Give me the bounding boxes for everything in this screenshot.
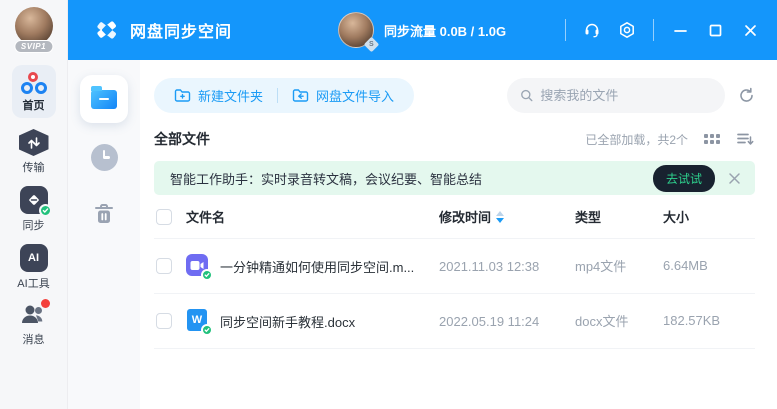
content-area: 新建文件夹 网盘文件导入 [68, 60, 777, 409]
banner-text: 智能工作助手：实时录音转文稿，会议纪要、智能总结 [170, 169, 482, 188]
sidebar-item-home[interactable]: 首页 [12, 65, 56, 118]
folder-icon [91, 90, 117, 109]
app-brand: 网盘同步空间 [94, 17, 232, 43]
new-folder-label: 新建文件夹 [198, 86, 263, 105]
row-checkbox[interactable] [156, 258, 172, 274]
synced-badge [201, 269, 213, 281]
divider [277, 88, 278, 103]
sort-list-icon [736, 131, 755, 147]
sync-ok-badge [39, 204, 52, 217]
import-files-button[interactable]: 网盘文件导入 [292, 86, 394, 105]
action-pill: 新建文件夹 网盘文件导入 [154, 78, 414, 113]
toolbar: 新建文件夹 网盘文件导入 [154, 77, 755, 113]
grid-view-button[interactable] [704, 134, 720, 144]
titlebar: 网盘同步空间 S 同步流量 0.0B / 1.0G [68, 0, 777, 60]
header-size: 大小 [663, 207, 755, 227]
sidebar-item-label: AI工具 [17, 275, 49, 291]
file-row[interactable]: 一分钟精通如何使用同步空间.m... 2021.11.03 12:38 mp4文… [154, 239, 755, 294]
new-folder-button[interactable]: 新建文件夹 [174, 86, 263, 105]
refresh-button[interactable] [738, 87, 755, 104]
app-title: 网盘同步空间 [130, 18, 232, 42]
sidebar-item-sync[interactable]: 同步 [20, 186, 48, 233]
refresh-icon [738, 87, 755, 104]
sync-icon [20, 186, 48, 214]
folder-plus-icon [174, 88, 191, 103]
messages-icon [19, 302, 49, 328]
file-type: mp4文件 [575, 259, 626, 274]
titlebar-avatar[interactable]: S [338, 12, 374, 48]
section-title: 全部文件 [154, 129, 210, 149]
right-column: 网盘同步空间 S 同步流量 0.0B / 1.0G [68, 0, 777, 409]
sync-traffic-label: 同步流量 0.0B / 1.0G [384, 21, 506, 40]
ai-assistant-banner: 智能工作助手：实时录音转文稿，会议纪要、智能总结 去试试 [154, 161, 755, 195]
sidebar-item-label: 首页 [23, 97, 45, 113]
sidebar-item-messages[interactable]: 消息 [19, 302, 49, 347]
load-status: 已全部加载，共2个 [585, 131, 688, 148]
word-file-icon: W [186, 309, 210, 333]
search-input[interactable] [540, 88, 712, 103]
settings-gear-button[interactable] [614, 17, 640, 43]
icon-rail [68, 60, 140, 409]
search-icon [520, 88, 533, 103]
rail-recent-button[interactable] [91, 144, 118, 171]
user-avatar[interactable]: SVIP1 [12, 7, 56, 53]
home-icon [21, 72, 47, 94]
maximize-button[interactable] [702, 17, 728, 43]
minimize-button[interactable] [667, 17, 693, 43]
video-file-icon [186, 254, 210, 278]
sidebar-item-label: 同步 [23, 217, 45, 233]
sidebar-item-label: 消息 [23, 331, 45, 347]
file-type: docx文件 [575, 314, 628, 329]
app-window: SVIP1 首页 传输 同步 [0, 0, 777, 409]
file-row[interactable]: W 同步空间新手教程.docx 2022.05.19 11:24 docx文件 … [154, 294, 755, 349]
sidebar-item-transfer[interactable]: 传输 [19, 129, 49, 175]
file-name: 一分钟精通如何使用同步空间.m... [220, 257, 414, 276]
app-logo-icon [94, 17, 120, 43]
support-headset-button[interactable] [579, 17, 605, 43]
file-manager-panel: 新建文件夹 网盘文件导入 [140, 60, 777, 409]
file-size: 182.57KB [663, 313, 720, 328]
unread-dot [41, 299, 50, 308]
synced-badge [201, 324, 213, 336]
sidebar-item-label: 传输 [23, 159, 45, 175]
sidebar-nav: 首页 传输 同步 AI A [12, 65, 56, 347]
section-header: 全部文件 已全部加载，共2个 [154, 127, 755, 151]
select-all-checkbox[interactable] [156, 209, 172, 225]
search-box[interactable] [507, 78, 725, 113]
try-it-button[interactable]: 去试试 [653, 165, 715, 192]
header-type: 类型 [575, 207, 663, 227]
folder-import-icon [292, 88, 309, 103]
import-files-label: 网盘文件导入 [316, 86, 394, 105]
svip-badge: SVIP1 [14, 40, 53, 53]
close-button[interactable] [737, 17, 763, 43]
left-sidebar: SVIP1 首页 传输 同步 [0, 0, 68, 409]
table-header: 文件名 修改时间 类型 大小 [154, 195, 755, 239]
traffic-group: S 同步流量 0.0B / 1.0G [338, 12, 506, 48]
header-modified[interactable]: 修改时间 [439, 207, 575, 226]
sidebar-item-ai-tools[interactable]: AI AI工具 [17, 244, 49, 291]
trash-icon [93, 202, 115, 226]
header-name: 文件名 [186, 207, 439, 226]
file-size: 6.64MB [663, 258, 708, 273]
transfer-icon [19, 129, 49, 156]
divider [653, 19, 654, 41]
row-checkbox[interactable] [156, 313, 172, 329]
sort-carets-icon[interactable] [496, 211, 504, 223]
sort-list-button[interactable] [736, 131, 755, 147]
ai-tools-icon: AI [20, 244, 48, 272]
rail-trash-button[interactable] [93, 202, 115, 231]
file-modified: 2021.11.03 12:38 [439, 259, 539, 274]
window-controls [561, 17, 763, 43]
divider [565, 19, 566, 41]
file-name: 同步空间新手教程.docx [220, 312, 355, 331]
rail-my-files-button[interactable] [80, 75, 128, 123]
file-modified: 2022.05.19 11:24 [439, 314, 539, 329]
banner-close-icon[interactable] [728, 172, 741, 185]
